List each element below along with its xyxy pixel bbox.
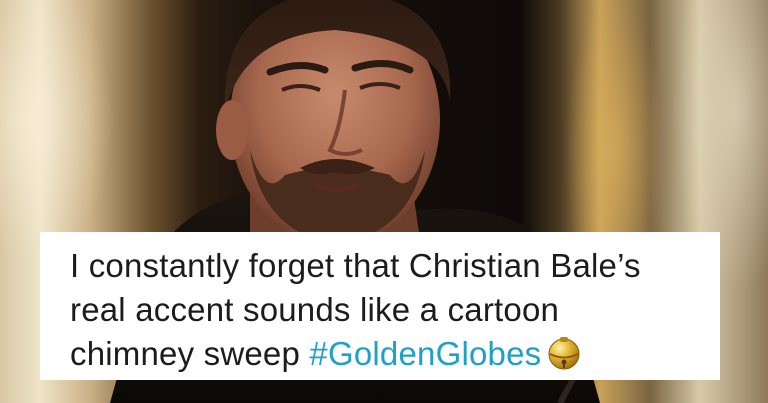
caption-line-3-text: chimney sweep <box>70 335 310 372</box>
caption-box: I constantly forget that Christian Bale’… <box>40 232 720 380</box>
bell-emoji-icon <box>545 335 583 384</box>
caption-line-3: chimney sweep #GoldenGlobes <box>70 332 720 384</box>
caption-line-1: I constantly forget that Christian Bale’… <box>70 247 641 284</box>
golden-globes-hashtag: #GoldenGlobes <box>309 335 542 372</box>
caption-line-2: real accent sounds like a cartoon <box>70 291 560 328</box>
meme-image: I constantly forget that Christian Bale’… <box>0 0 768 403</box>
